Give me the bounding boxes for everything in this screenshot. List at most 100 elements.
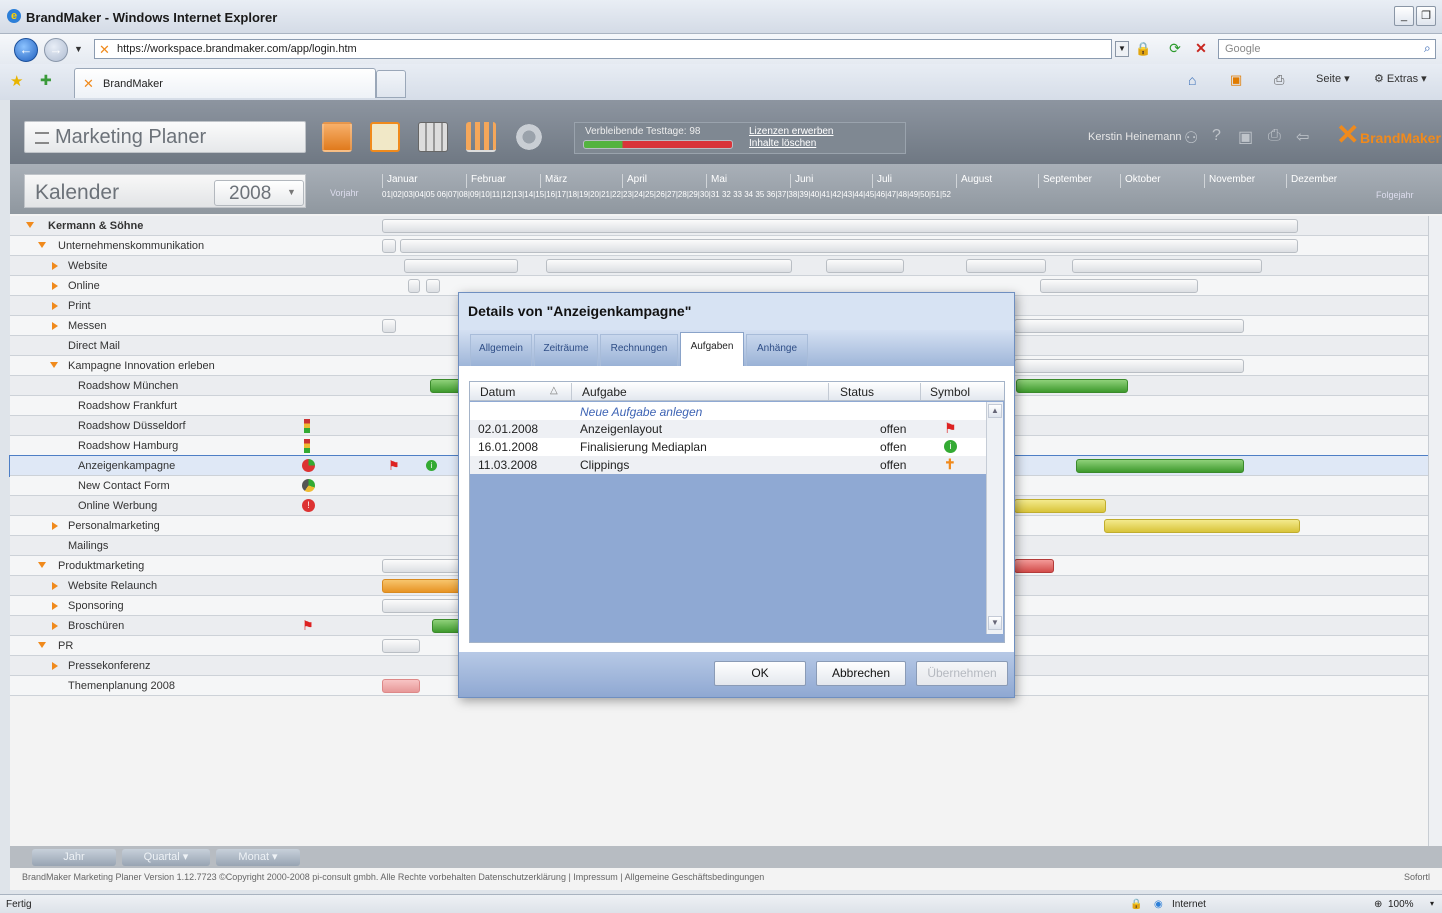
logo-x-icon: ✕ xyxy=(1336,119,1360,150)
scroll-up-icon[interactable]: ▲ xyxy=(988,404,1002,418)
ie-logo-icon: e xyxy=(7,9,21,23)
table-scrollbar[interactable]: ▲ ▼ xyxy=(986,402,1003,634)
month-view-button[interactable]: Monat ▾ xyxy=(216,849,300,866)
refresh-icon[interactable]: ⟳ xyxy=(1164,40,1186,60)
copyright-text: BrandMaker Marketing Planer Version 1.12… xyxy=(22,872,765,882)
budget-chart-icon[interactable] xyxy=(466,122,496,152)
month-header: Januar Februar März April Mai Juni Juli … xyxy=(382,172,1362,210)
next-year-link[interactable]: Folgejahr xyxy=(1376,190,1414,200)
module-title: Marketing Planer xyxy=(55,126,207,148)
calendar-view-icon[interactable] xyxy=(370,122,400,152)
browser-tab-active[interactable]: ✕ BrandMaker xyxy=(74,68,376,98)
user-name: Kerstin Heinemann xyxy=(1088,131,1182,143)
chevron-down-icon: ▼ xyxy=(287,187,296,197)
address-dropdown-icon[interactable]: ▼ xyxy=(1115,41,1129,57)
minimize-button[interactable]: _ xyxy=(1394,6,1414,26)
print-app-icon[interactable]: ⎙ xyxy=(1268,127,1281,145)
restore-button[interactable]: ❐ xyxy=(1416,6,1436,26)
help-icon[interactable]: ? xyxy=(1212,127,1221,145)
column-header-status[interactable]: Status xyxy=(840,385,874,399)
search-input[interactable]: Google xyxy=(1218,39,1436,59)
trial-status-box: Verbleibende Testtage: 98 Lizenzen erwer… xyxy=(574,122,906,154)
tree-row[interactable]: Unternehmenskommunikation xyxy=(10,236,1428,256)
cancel-button[interactable]: Abbrechen xyxy=(816,661,906,686)
traffic-light-icon xyxy=(304,439,310,453)
column-header-aufgabe[interactable]: Aufgabe xyxy=(582,385,627,399)
trial-days-text: Verbleibende Testtage: 98 xyxy=(585,126,701,137)
vertical-scrollbar[interactable] xyxy=(1428,216,1442,846)
feeds-icon[interactable]: ▣ xyxy=(1230,72,1242,88)
ok-button[interactable]: OK xyxy=(714,661,806,686)
month-label: März xyxy=(540,174,567,188)
settings-gear-icon[interactable] xyxy=(514,122,544,152)
users-icon[interactable]: ⚇ xyxy=(1184,128,1198,148)
column-header-symbol[interactable]: Symbol xyxy=(930,385,970,399)
tab-aufgaben[interactable]: Aufgaben xyxy=(680,332,744,368)
grid-view-icon[interactable] xyxy=(322,122,352,152)
tab-allgemein[interactable]: Allgemein xyxy=(470,334,532,366)
year-select[interactable]: 2008 ▼ xyxy=(214,180,304,206)
browser-statusbar: Fertig 🔒 ◉ Internet ⊕ 100% ▾ xyxy=(0,894,1442,913)
zoom-icon[interactable]: ⊕ xyxy=(1374,899,1382,910)
history-dropdown-icon[interactable]: ▼ xyxy=(74,44,83,54)
zoom-level[interactable]: 100% xyxy=(1388,899,1414,910)
sort-ascending-icon: △ xyxy=(550,385,558,396)
lock-icon[interactable]: 🔒 xyxy=(1135,41,1151,57)
tab-zeitraeume[interactable]: Zeiträume xyxy=(534,334,598,366)
apply-button[interactable]: Übernehmen xyxy=(916,661,1008,686)
table-row[interactable]: 11.03.2008 Clippings offen ✝ xyxy=(470,456,986,474)
new-tab-button[interactable] xyxy=(376,70,406,98)
info-icon: i xyxy=(944,440,957,453)
previous-year-link[interactable]: Vorjahr xyxy=(330,188,359,198)
sofort-link[interactable]: Sofortl xyxy=(1404,872,1430,882)
month-label: November xyxy=(1204,174,1255,188)
print-icon[interactable]: ⎙ xyxy=(1274,72,1284,88)
quarter-view-button[interactable]: Quartal ▾ xyxy=(122,849,210,866)
tab-anhaenge[interactable]: Anhänge xyxy=(746,334,808,366)
table-row[interactable]: 02.01.2008 Anzeigenlayout offen ⚑ xyxy=(470,420,986,438)
month-label: April xyxy=(622,174,647,188)
zoom-dropdown-icon[interactable]: ▾ xyxy=(1430,899,1434,908)
month-label: Februar xyxy=(466,174,506,188)
table-view-icon[interactable] xyxy=(418,122,448,152)
new-task-row[interactable]: Neue Aufgabe anlegen xyxy=(470,403,986,421)
site-favicon-icon: ✕ xyxy=(99,42,110,57)
favorites-star-icon[interactable]: ★ xyxy=(10,72,23,90)
home-icon[interactable]: ⌂ xyxy=(1188,72,1196,88)
globe-icon: ◉ xyxy=(1154,899,1163,910)
delete-content-link[interactable]: Inhalte löschen xyxy=(749,138,816,149)
scroll-down-icon[interactable]: ▼ xyxy=(988,616,1002,630)
page-menu[interactable]: Seite ▾ xyxy=(1316,72,1350,85)
month-label: Oktober xyxy=(1120,174,1161,188)
address-bar[interactable]: https://workspace.brandmaker.com/app/log… xyxy=(94,39,1151,59)
month-label: Mai xyxy=(706,174,727,188)
month-label: Juli xyxy=(872,174,892,188)
tab-rechnungen[interactable]: Rechnungen xyxy=(600,334,678,366)
add-favorite-icon[interactable]: ✚ xyxy=(40,72,52,89)
year-view-button[interactable]: Jahr xyxy=(32,849,116,866)
logout-icon[interactable]: ⇦ xyxy=(1296,127,1309,147)
traffic-light-icon xyxy=(304,419,310,433)
extras-menu[interactable]: ⚙ Extras ▾ xyxy=(1374,72,1427,85)
tab-favicon-icon: ✕ xyxy=(83,76,94,91)
new-task-link[interactable]: Neue Aufgabe anlegen xyxy=(580,405,702,419)
table-row[interactable]: 16.01.2008 Finalisierung Mediaplan offen i xyxy=(470,438,986,456)
buy-license-link[interactable]: Lizenzen erwerben xyxy=(749,126,834,137)
back-button[interactable]: ← xyxy=(14,38,38,62)
tree-row[interactable]: Kermann & Söhne xyxy=(10,216,1428,236)
window-title: BrandMaker - Windows Internet Explorer xyxy=(26,10,278,25)
month-label: August xyxy=(956,174,992,188)
calendar-title: Kalender xyxy=(35,181,120,204)
module-title-box[interactable]: Marketing Planer xyxy=(24,121,306,153)
tree-row[interactable]: Website xyxy=(10,256,1428,276)
tab-label: BrandMaker xyxy=(103,78,163,90)
forward-button[interactable]: → xyxy=(44,38,68,62)
column-header-datum[interactable]: Datum xyxy=(480,385,515,399)
search-icon[interactable]: ⌕ xyxy=(1424,41,1431,56)
security-lock-icon: 🔒 xyxy=(1130,899,1143,910)
info-box-icon[interactable]: ▣ xyxy=(1238,127,1253,147)
flag-icon: ⚑ xyxy=(302,618,314,633)
stop-icon[interactable]: ✕ xyxy=(1190,40,1212,60)
status-pie-icon xyxy=(302,459,315,472)
trial-progress-bar xyxy=(583,140,733,149)
